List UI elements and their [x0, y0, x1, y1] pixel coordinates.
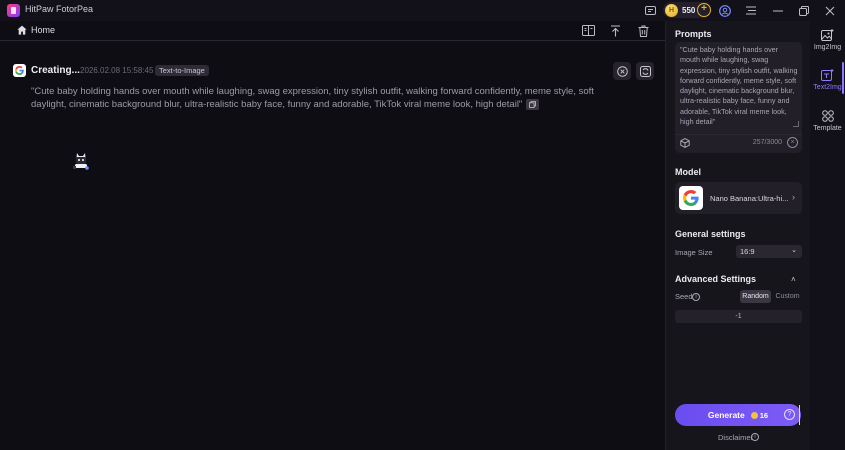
- image-size-select[interactable]: 16:9 ⌄: [736, 245, 802, 258]
- general-settings-heading: General settings: [675, 229, 746, 239]
- cancel-task-button[interactable]: [613, 62, 631, 80]
- generate-cost: 16: [759, 410, 769, 420]
- seed-random-option[interactable]: Random: [740, 290, 771, 303]
- disclaimer-link[interactable]: Disclaimer: [718, 433, 753, 442]
- rail-item-label: Template: [813, 125, 842, 132]
- mode-rail: Img2Img Text2Img Template: [810, 21, 845, 450]
- app-title: HitPaw FotorPea: [25, 4, 94, 14]
- compare-icon[interactable]: [581, 23, 596, 38]
- copy-icon[interactable]: [526, 98, 540, 110]
- seed-mode-toggle: Random Custom: [740, 290, 802, 303]
- gallery-icon[interactable]: [643, 3, 658, 18]
- rail-item-img2img[interactable]: Img2Img: [810, 24, 845, 66]
- google-logo-icon: [679, 186, 703, 210]
- disclaimer-info-icon[interactable]: i: [751, 433, 759, 441]
- generate-button[interactable]: Generate 16 ?: [675, 404, 801, 426]
- model-name: Nano Banana:Ultra-hi...: [710, 194, 789, 203]
- coin-icon: [750, 411, 758, 419]
- advanced-settings-heading: Advanced Settings: [675, 274, 757, 284]
- model-heading: Model: [675, 167, 701, 177]
- clear-prompt-button[interactable]: ×: [787, 137, 798, 148]
- image-size-value: 16:9: [740, 247, 755, 256]
- close-icon[interactable]: [822, 3, 837, 18]
- menu-icon[interactable]: [743, 3, 758, 18]
- generate-label: Generate: [707, 410, 745, 420]
- rail-item-template[interactable]: Template: [810, 105, 845, 147]
- task-prompt-text: "Cute baby holding hands over mouth whil…: [31, 86, 594, 110]
- task-prompt: "Cute baby holding hands over mouth whil…: [31, 85, 631, 111]
- settings-panel: Prompts "Cute baby holding hands over mo…: [665, 21, 810, 450]
- text-image-icon: [821, 68, 835, 82]
- help-icon[interactable]: ?: [784, 409, 795, 420]
- home-link[interactable]: Home: [31, 25, 55, 35]
- home-icon[interactable]: [17, 25, 27, 35]
- seed-custom-option[interactable]: Custom: [773, 290, 802, 303]
- text-cursor: [799, 405, 800, 425]
- restore-icon[interactable]: [796, 3, 811, 18]
- rail-item-text2img[interactable]: Text2Img: [810, 64, 845, 106]
- seed-info-icon[interactable]: i: [692, 293, 700, 301]
- chevron-down-icon: ⌄: [791, 247, 797, 254]
- add-coins-button[interactable]: +: [697, 3, 711, 17]
- seed-label: Seed: [675, 292, 693, 301]
- prompt-char-count: 257/3000: [752, 139, 782, 146]
- prompts-heading: Prompts: [675, 29, 712, 39]
- task-status: Creating...: [31, 65, 80, 76]
- resize-grip-icon[interactable]: [793, 121, 799, 127]
- template-icon: [821, 109, 835, 123]
- google-model-icon: [13, 64, 26, 77]
- loading-mascot-icon: [73, 153, 89, 170]
- coin-icon: H: [665, 3, 678, 17]
- regenerate-button[interactable]: [636, 62, 654, 80]
- task-type-badge: Text-to-Image: [155, 65, 209, 76]
- account-icon[interactable]: [717, 3, 732, 18]
- title-bar: HitPaw FotorPea H 550 +: [0, 0, 845, 21]
- chevron-right-icon: ›: [792, 192, 795, 202]
- app-logo: [7, 4, 20, 17]
- prompt-textarea-value: "Cute baby holding hands over mouth whil…: [680, 45, 798, 127]
- rail-item-label: Text2Img: [813, 84, 842, 91]
- minimize-icon[interactable]: [770, 3, 785, 18]
- coin-count: 550: [682, 5, 696, 15]
- delete-icon[interactable]: [636, 23, 651, 38]
- seed-value-field[interactable]: -1: [675, 310, 802, 323]
- task-timestamp: 2026.02.08 15:58:45: [80, 66, 154, 75]
- model-selector[interactable]: Nano Banana:Ultra-hi... ›: [675, 182, 802, 214]
- prompt-footer: 257/3000 ×: [675, 134, 802, 152]
- image-size-label: Image Size: [675, 248, 713, 257]
- rail-item-label: Img2Img: [813, 44, 842, 51]
- image-icon: [821, 28, 835, 42]
- home-bar: Home: [0, 21, 665, 41]
- export-icon[interactable]: [608, 23, 623, 38]
- prompt-library-icon[interactable]: [680, 138, 690, 148]
- active-indicator: [842, 62, 844, 94]
- collapse-chevron-icon[interactable]: ˄: [791, 275, 796, 284]
